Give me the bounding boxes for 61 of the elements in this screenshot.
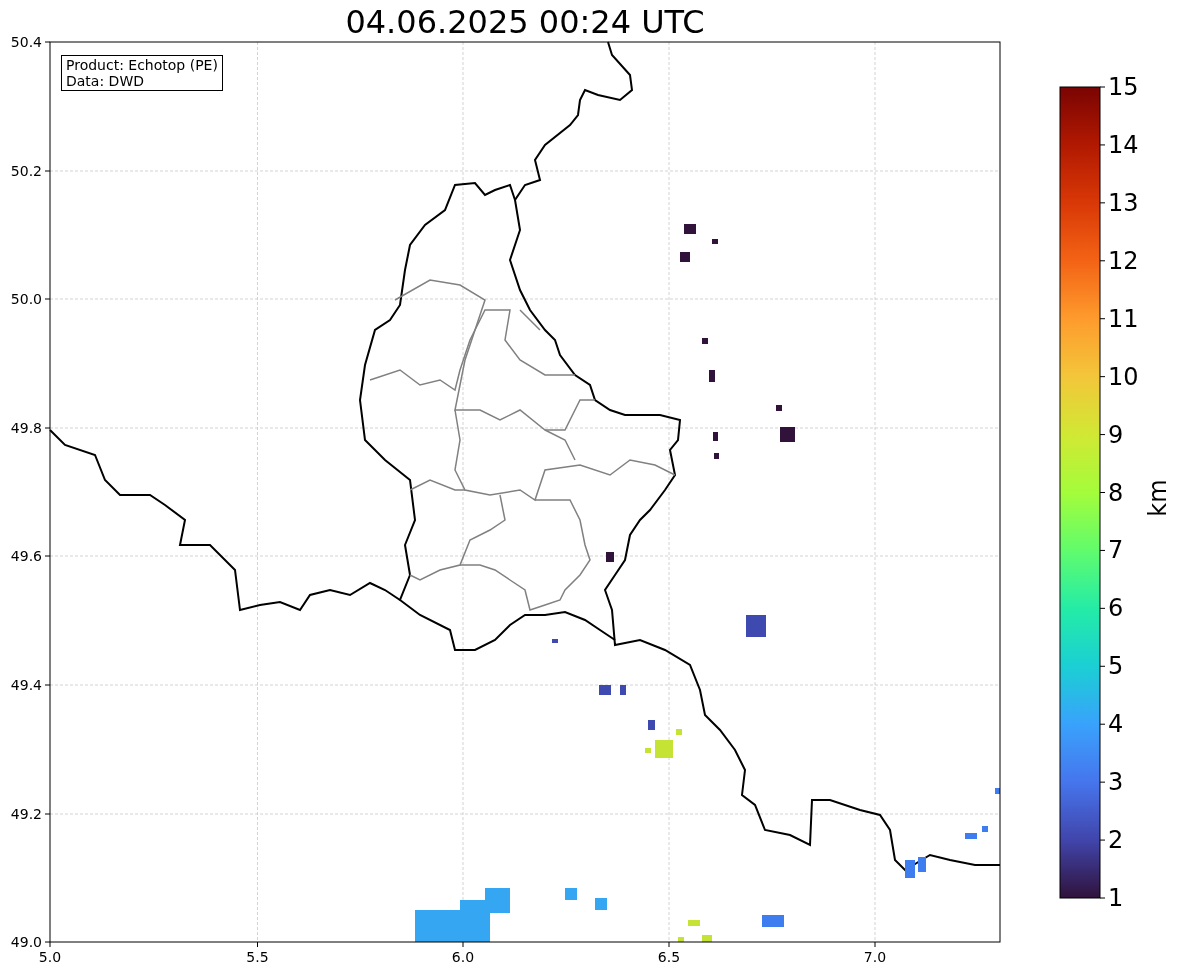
x-tick-label: 6.0 xyxy=(450,948,476,966)
radar-echo xyxy=(702,935,712,942)
radar-echo xyxy=(676,729,682,735)
y-tick-label: 49.2 xyxy=(9,805,42,823)
radar-echo xyxy=(688,920,700,926)
colorbar-tick-label: 13 xyxy=(1108,188,1139,217)
y-tick-label: 50.0 xyxy=(9,290,42,308)
colorbar-tick-label: 2 xyxy=(1108,826,1124,855)
radar-echo xyxy=(714,453,719,459)
colorbar-tick-label: 12 xyxy=(1108,246,1139,275)
radar-echo xyxy=(762,915,784,927)
colorbar-tick-label: 10 xyxy=(1108,362,1139,391)
x-tick-label: 5.5 xyxy=(245,948,270,966)
y-tick-label: 49.6 xyxy=(9,547,42,565)
radar-echo xyxy=(995,788,1000,794)
radar-echo xyxy=(746,615,766,637)
colorbar-tick-label: 14 xyxy=(1108,130,1139,159)
radar-echo xyxy=(780,427,795,442)
x-tick-label: 6.5 xyxy=(656,948,682,966)
radar-echo xyxy=(684,224,696,234)
x-tick-label: 5.0 xyxy=(37,948,63,966)
y-tick-label: 49.8 xyxy=(9,419,42,437)
colorbar-tick-label: 11 xyxy=(1108,304,1139,333)
radar-echo xyxy=(918,857,926,872)
radar-echo xyxy=(655,740,673,758)
y-tick-label: 49.4 xyxy=(9,676,42,694)
radar-echo xyxy=(905,860,915,878)
colorbar-tick-label: 8 xyxy=(1108,478,1124,507)
radar-echo xyxy=(620,685,626,695)
radar-echo xyxy=(712,239,718,244)
chart-title: 04.06.2025 00:24 UTC xyxy=(345,3,705,41)
radar-echo xyxy=(713,432,718,441)
y-tick-label: 50.2 xyxy=(9,162,42,180)
y-tick-label: 49.0 xyxy=(9,933,42,951)
radar-echo xyxy=(776,405,782,411)
colorbar-tick-label: 1 xyxy=(1108,884,1124,912)
radar-echo xyxy=(599,685,611,695)
colorbar-tick-label: 15 xyxy=(1108,73,1139,101)
colorbar-tick-label: 3 xyxy=(1108,768,1124,797)
radar-echo xyxy=(648,720,655,730)
colorbar-tick-label: 4 xyxy=(1108,710,1124,739)
colorbar-label: km xyxy=(1144,479,1172,517)
legend-text: Data: DWD xyxy=(66,73,145,89)
radar-echo xyxy=(552,639,558,643)
radar-echo xyxy=(645,748,651,753)
colorbar-tick-label: 7 xyxy=(1108,536,1124,565)
radar-echo xyxy=(606,552,614,562)
radar-echo xyxy=(965,833,977,839)
colorbar-tick-label: 9 xyxy=(1108,420,1124,449)
y-tick-label: 50.4 xyxy=(9,33,42,51)
radar-echo xyxy=(678,937,684,942)
x-tick-label: 7.0 xyxy=(862,948,888,966)
colorbar-tick-label: 5 xyxy=(1108,652,1124,681)
radar-echo xyxy=(680,252,690,262)
radar-echo xyxy=(565,888,577,900)
radar-echo xyxy=(982,826,988,832)
colorbar-tick-label: 6 xyxy=(1108,594,1124,623)
radar-echo xyxy=(709,370,715,382)
legend-text: Product: Echotop (PE) xyxy=(66,57,218,73)
radar-echo xyxy=(595,898,607,910)
radar-echo xyxy=(702,338,708,344)
